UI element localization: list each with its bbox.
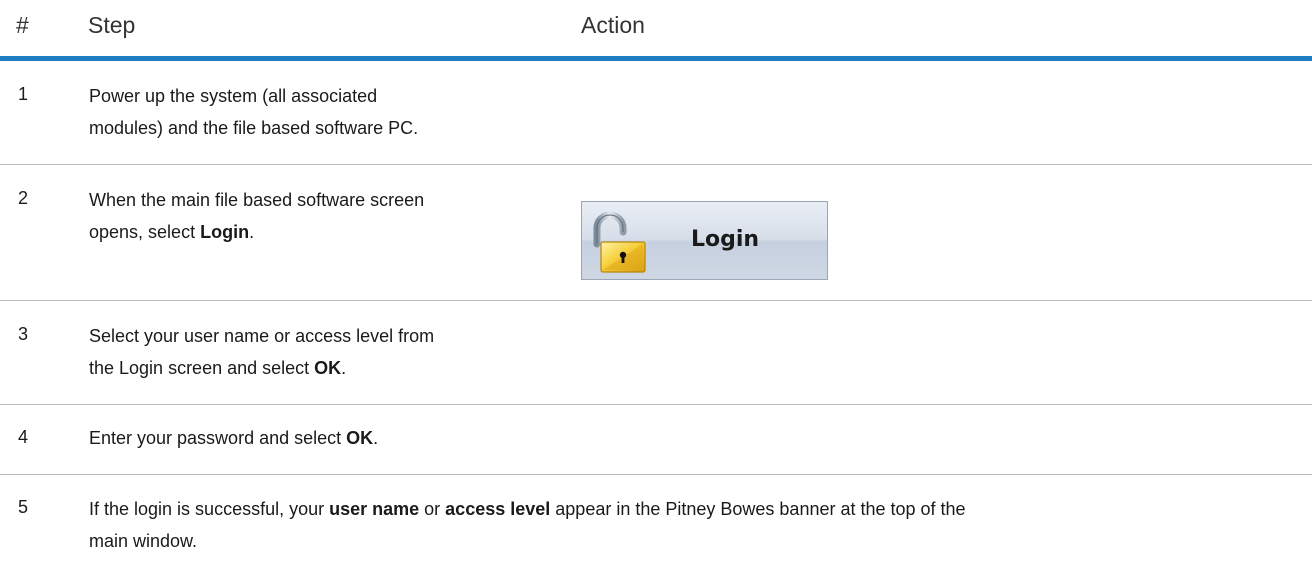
- row-step-text: Select your user name or access level fr…: [89, 320, 434, 384]
- row-step-text: If the login is successful, your user na…: [89, 493, 966, 557]
- padlock-open-icon: [593, 211, 646, 273]
- step-line: Power up the system (all associated: [89, 86, 378, 106]
- header-action: Action: [581, 12, 645, 38]
- step-line: When the main file based software screen: [89, 190, 425, 210]
- header-step: Step: [88, 12, 136, 38]
- step-line: opens, select Login.: [89, 222, 255, 242]
- login-button-label: Login: [691, 227, 760, 252]
- bold-term: Login: [200, 222, 250, 242]
- step-line: Enter your password and select OK.: [89, 428, 379, 448]
- step-line: the Login screen and select OK.: [89, 358, 347, 378]
- row-step-text: When the main file based software screen…: [89, 184, 424, 248]
- row-number: 5: [18, 497, 29, 517]
- row-separator: [0, 474, 1312, 475]
- row-step-text: Power up the system (all associated modu…: [89, 80, 418, 144]
- bold-term: OK: [314, 358, 342, 378]
- row-separator: [0, 300, 1312, 301]
- row-number: 4: [18, 427, 29, 447]
- bold-term: access level: [445, 499, 551, 519]
- step-line: Select your user name or access level fr…: [89, 326, 435, 346]
- row-number: 3: [18, 324, 29, 344]
- header-number: #: [16, 12, 29, 38]
- row-separator: [0, 404, 1312, 405]
- step-line: main window.: [89, 531, 198, 551]
- header-rule: [0, 56, 1312, 61]
- row-separator: [0, 164, 1312, 165]
- bold-term: OK: [346, 428, 374, 448]
- step-line: modules) and the file based software PC.: [89, 118, 419, 138]
- row-number: 1: [18, 84, 29, 104]
- row-number: 2: [18, 188, 29, 208]
- bold-term: user name: [329, 499, 420, 519]
- login-button[interactable]: Login: [581, 201, 828, 280]
- row-step-text: Enter your password and select OK.: [89, 422, 378, 454]
- table-header: # Step Action: [0, 0, 1312, 56]
- step-line: If the login is successful, your user na…: [89, 499, 966, 519]
